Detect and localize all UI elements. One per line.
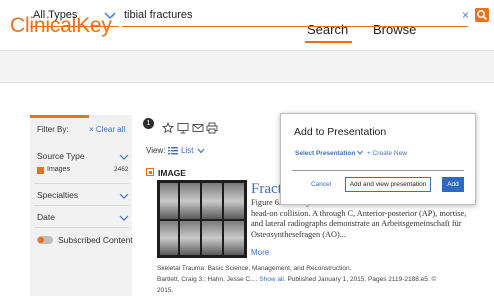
result-source: Skeletal Trauma: Basic Science, Manageme… <box>157 265 352 272</box>
magnifier-icon <box>477 10 488 21</box>
top-header: ClinicalKey° Search Browse <box>0 0 494 50</box>
sidebar-accent-bar <box>30 115 89 118</box>
search-input-underline <box>122 26 468 27</box>
add-and-view-button[interactable]: Add and view presentation <box>345 177 431 192</box>
filter-by-label: Filter By: <box>37 125 69 134</box>
list-view-icon[interactable] <box>168 146 178 155</box>
selected-count-badge: 1 <box>143 118 154 129</box>
chevron-down-icon[interactable] <box>119 192 129 200</box>
xray-image <box>202 221 222 255</box>
xray-image <box>180 221 200 255</box>
result-authors: Bartlett, Craig 3.; Hahn, Jesse C.... Sh… <box>157 276 436 283</box>
content-type-select[interactable]: All Types <box>33 9 77 21</box>
publication-info: . Published January 1, 2015. Pages 2119-… <box>283 276 437 283</box>
images-count: 2462 <box>114 166 129 173</box>
subscribed-content-label: Subscribed Content <box>58 235 133 245</box>
toggle-knob <box>38 237 44 243</box>
clear-all-link[interactable]: × Clear all <box>89 125 125 134</box>
add-button[interactable]: Add <box>442 177 464 192</box>
active-tab-indicator <box>305 41 352 43</box>
star-icon[interactable] <box>162 122 174 134</box>
show-all-authors-link[interactable]: Show all <box>259 276 284 283</box>
result-thumbnail[interactable] <box>157 180 247 258</box>
nav-browse-tab[interactable]: Browse <box>373 22 416 37</box>
specialties-filter[interactable]: Specialties <box>37 190 78 200</box>
xray-image <box>224 183 244 219</box>
presentation-icon[interactable] <box>177 122 189 134</box>
search-bar <box>0 50 494 83</box>
type-select-underline <box>30 26 119 27</box>
search-input[interactable]: tibial fractures <box>124 9 192 21</box>
chevron-down-icon <box>357 150 364 155</box>
more-link[interactable]: More <box>251 248 269 257</box>
source-type-filter[interactable]: Source Type <box>37 151 85 161</box>
search-button[interactable] <box>475 8 489 22</box>
images-filter-label: Images <box>47 166 70 173</box>
xray-image <box>202 183 222 219</box>
xray-image <box>224 221 244 255</box>
chevron-down-icon[interactable] <box>104 11 116 21</box>
publication-year: 2015. <box>157 287 174 294</box>
cancel-button[interactable]: Cancel <box>311 181 331 188</box>
chevron-down-icon[interactable] <box>119 214 129 222</box>
xray-image <box>180 183 200 219</box>
sidebar-divider <box>34 227 129 228</box>
select-presentation-dropdown[interactable]: Select Presentation <box>295 150 364 157</box>
chevron-down-icon[interactable] <box>197 148 205 154</box>
create-new-link[interactable]: + Create New <box>367 150 407 157</box>
result-title-link[interactable]: Fract <box>251 181 282 198</box>
select-presentation-label: Select Presentation <box>295 150 356 157</box>
print-icon[interactable] <box>206 122 218 134</box>
images-checkbox[interactable] <box>37 167 44 174</box>
email-icon[interactable] <box>192 122 204 134</box>
view-mode-select[interactable]: List <box>181 146 193 155</box>
nav-search-tab[interactable]: Search <box>307 22 348 37</box>
xray-image <box>160 221 178 255</box>
sidebar-divider <box>34 183 129 184</box>
date-filter[interactable]: Date <box>37 212 55 222</box>
chevron-down-icon[interactable] <box>119 153 129 161</box>
xray-image <box>160 183 178 219</box>
sidebar-divider <box>34 205 129 206</box>
view-label: View: <box>146 146 166 155</box>
dialog-title: Add to Presentation <box>294 126 387 138</box>
result-type-label: IMAGE <box>158 168 186 178</box>
presentation-field-underline <box>292 170 464 171</box>
authors-text: Bartlett, Craig 3.; Hahn, Jesse C.... <box>157 276 260 283</box>
result-checkbox[interactable] <box>146 168 154 176</box>
clear-search-icon[interactable]: × <box>462 9 469 21</box>
